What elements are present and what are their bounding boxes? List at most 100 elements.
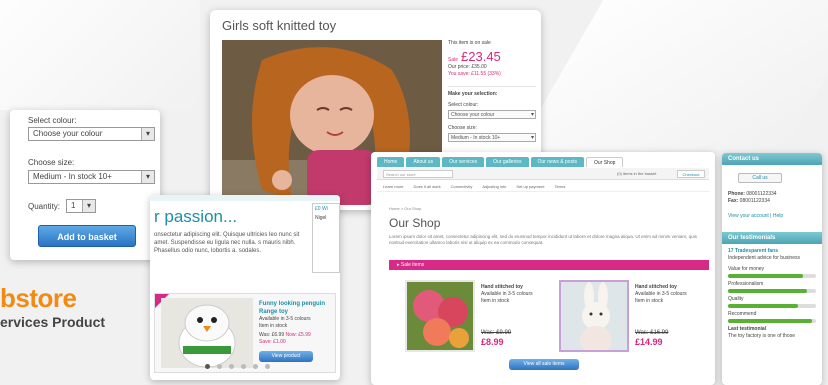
rating-bar-fill xyxy=(728,304,799,308)
product-stock: Item in stock xyxy=(635,298,664,304)
size-select[interactable]: Medium - In stock 10+ xyxy=(448,133,536,142)
brand-name: bstore xyxy=(0,283,77,313)
subnav-item[interactable]: Connectivity xyxy=(451,182,473,191)
product-was-price: Was: £16.99 xyxy=(635,330,669,336)
select-colour-label: Select colour: xyxy=(28,116,77,125)
subnav-item[interactable]: Terms xyxy=(554,182,565,191)
testimonial-title[interactable]: 17 Tradesparent fans xyxy=(728,248,816,255)
product-title: Girls soft knitted toy xyxy=(222,18,337,33)
shop-subnav: Learn more Does it all work Connectivity… xyxy=(377,182,709,192)
call-us-button[interactable]: Call us xyxy=(738,173,782,183)
testimonials-heading: Our testimonials xyxy=(722,232,822,244)
product-available: Available in 3-5 colours xyxy=(481,291,533,297)
knitted-flowers-image xyxy=(407,282,473,350)
shop-search-input[interactable]: Search our store xyxy=(383,170,453,178)
add-to-basket-button[interactable]: Add to basket xyxy=(38,225,136,247)
product-was-price: Was: £9.99 xyxy=(481,330,512,336)
make-selection-label: Make your selection: xyxy=(448,91,498,97)
colour-select[interactable]: Choose your colour xyxy=(448,110,536,119)
product-name[interactable]: Hand stitched toy xyxy=(635,284,695,291)
subnav-item[interactable]: Set up payment xyxy=(516,182,544,191)
subnav-item[interactable]: Does it all work xyxy=(413,182,440,191)
size-label: Choose size: xyxy=(448,125,477,131)
slide-stock: Item in stock xyxy=(259,323,288,329)
rating-bar-track xyxy=(728,274,816,278)
nav-tab-news[interactable]: Our news & posts xyxy=(530,157,584,167)
rating-bars: Value for money Professionalism Quality Rec… xyxy=(728,266,816,323)
phone-label: Phone: xyxy=(728,191,745,197)
slider-dot[interactable] xyxy=(265,364,270,369)
on-sale-notice: This item is on sale xyxy=(448,40,491,46)
product-available: Available in 3-5 colours xyxy=(635,291,687,297)
view-all-sale-button[interactable]: View all sale items xyxy=(509,359,579,370)
nav-tab-galleries[interactable]: Our galleries xyxy=(486,157,529,167)
slider-dot[interactable] xyxy=(253,364,258,369)
product-now-price: £8.99 xyxy=(481,337,504,347)
slider-dot[interactable] xyxy=(241,364,246,369)
slider-dots xyxy=(205,364,270,369)
shop-intro: Lorem ipsum dolor sit amet, consectetur … xyxy=(389,234,697,245)
sale-items-bar[interactable]: ▸ Sale items xyxy=(389,260,709,270)
sidebar-card: Contact us Call us Phone: 08001122334 Fa… xyxy=(722,153,822,385)
rating-bar-track xyxy=(728,304,816,308)
nav-tab-home[interactable]: Home xyxy=(377,157,405,167)
view-account-link[interactable]: View your account xyxy=(728,213,769,219)
product-thumbnail[interactable] xyxy=(405,280,475,352)
homepage-preview-card: r passion... onsectetur adipiscing elit.… xyxy=(150,195,340,380)
shop-page-card: Home About us Our services Our galleries… xyxy=(371,152,715,385)
you-save-label: You save: xyxy=(448,71,470,77)
slider-dot[interactable] xyxy=(205,364,210,369)
shop-search-bar: Search our store (0) items in the basket… xyxy=(377,168,709,180)
last-testimonial-text: The toy factory is one of those xyxy=(728,333,795,339)
card-top-strip xyxy=(150,195,340,201)
rating-bar-label: Professionalism xyxy=(728,281,764,287)
nav-tab-services[interactable]: Our services xyxy=(442,157,485,167)
nav-tab-about[interactable]: About us xyxy=(406,157,441,167)
phone-number: 08001122334 xyxy=(746,191,777,197)
slide-title: Funny looking penguin Range toy xyxy=(259,301,325,315)
offer-box-label: £0 Wi xyxy=(315,206,328,212)
breadcrumb[interactable]: Home > Our Shop xyxy=(389,206,421,211)
colour-label: Select colour: xyxy=(448,102,479,108)
sale-label: Sale xyxy=(448,57,459,63)
size-dropdown[interactable]: Medium - In stock 10+ xyxy=(28,170,155,184)
product-options-card: Select colour: Choose your colour Choose… xyxy=(10,110,160,260)
passion-heading: r passion... xyxy=(154,207,238,226)
rating-bar-label: Quality xyxy=(728,296,744,302)
rating-bar-label: Recommend xyxy=(728,311,757,317)
checkout-button[interactable]: Checkout xyxy=(677,170,705,178)
rating-bar-fill xyxy=(728,289,808,293)
sale-product[interactable]: Hand stitched toy Available in 3-5 colou… xyxy=(543,280,698,360)
knitted-bunny-image xyxy=(561,282,627,350)
you-save: £11.55 (33%) xyxy=(471,71,501,77)
slide-available: Available in 3-5 colours xyxy=(259,316,311,322)
slide-save: Save: £1.00 xyxy=(259,339,286,345)
quantity-dropdown[interactable]: 1 xyxy=(66,199,96,213)
offer-box: £0 Wi Nigel xyxy=(312,203,340,273)
product-now-price: £14.99 xyxy=(635,337,663,347)
rating-bar-track xyxy=(728,319,816,323)
help-link[interactable]: Help xyxy=(773,213,783,219)
penguin-toy-image xyxy=(161,298,253,368)
basket-count[interactable]: (0) items in the basket xyxy=(617,170,656,178)
contact-heading: Contact us xyxy=(722,153,822,165)
product-thumbnail[interactable] xyxy=(559,280,629,352)
slider-dot[interactable] xyxy=(217,364,222,369)
our-price: £35.00 xyxy=(471,64,487,70)
colour-dropdown[interactable]: Choose your colour xyxy=(28,127,155,141)
subnav-item[interactable]: Adjusting info xyxy=(482,182,506,191)
sale-product[interactable]: Hand stitched toy Available in 3-5 colou… xyxy=(389,280,544,360)
rating-bar-fill xyxy=(728,319,812,323)
view-product-button[interactable]: View product xyxy=(259,351,313,362)
testimonial-subtitle: Independent advice for business xyxy=(728,255,800,261)
background-streak xyxy=(516,0,828,150)
fax-label: Fax: xyxy=(728,198,739,204)
nav-tab-shop[interactable]: Our Shop xyxy=(585,157,624,167)
slider-dot[interactable] xyxy=(229,364,234,369)
product-name[interactable]: Hand stitched toy xyxy=(481,284,541,291)
passion-text: onsectetur adipiscing elit. Quisque ultr… xyxy=(154,232,300,254)
sale-price: £23.45 xyxy=(461,49,501,64)
product-purchase-panel: This item is on sale Sale £23.45 Our pri… xyxy=(448,40,536,142)
brand-logo: bstore ervices Product xyxy=(0,284,105,330)
subnav-item[interactable]: Learn more xyxy=(383,182,403,191)
